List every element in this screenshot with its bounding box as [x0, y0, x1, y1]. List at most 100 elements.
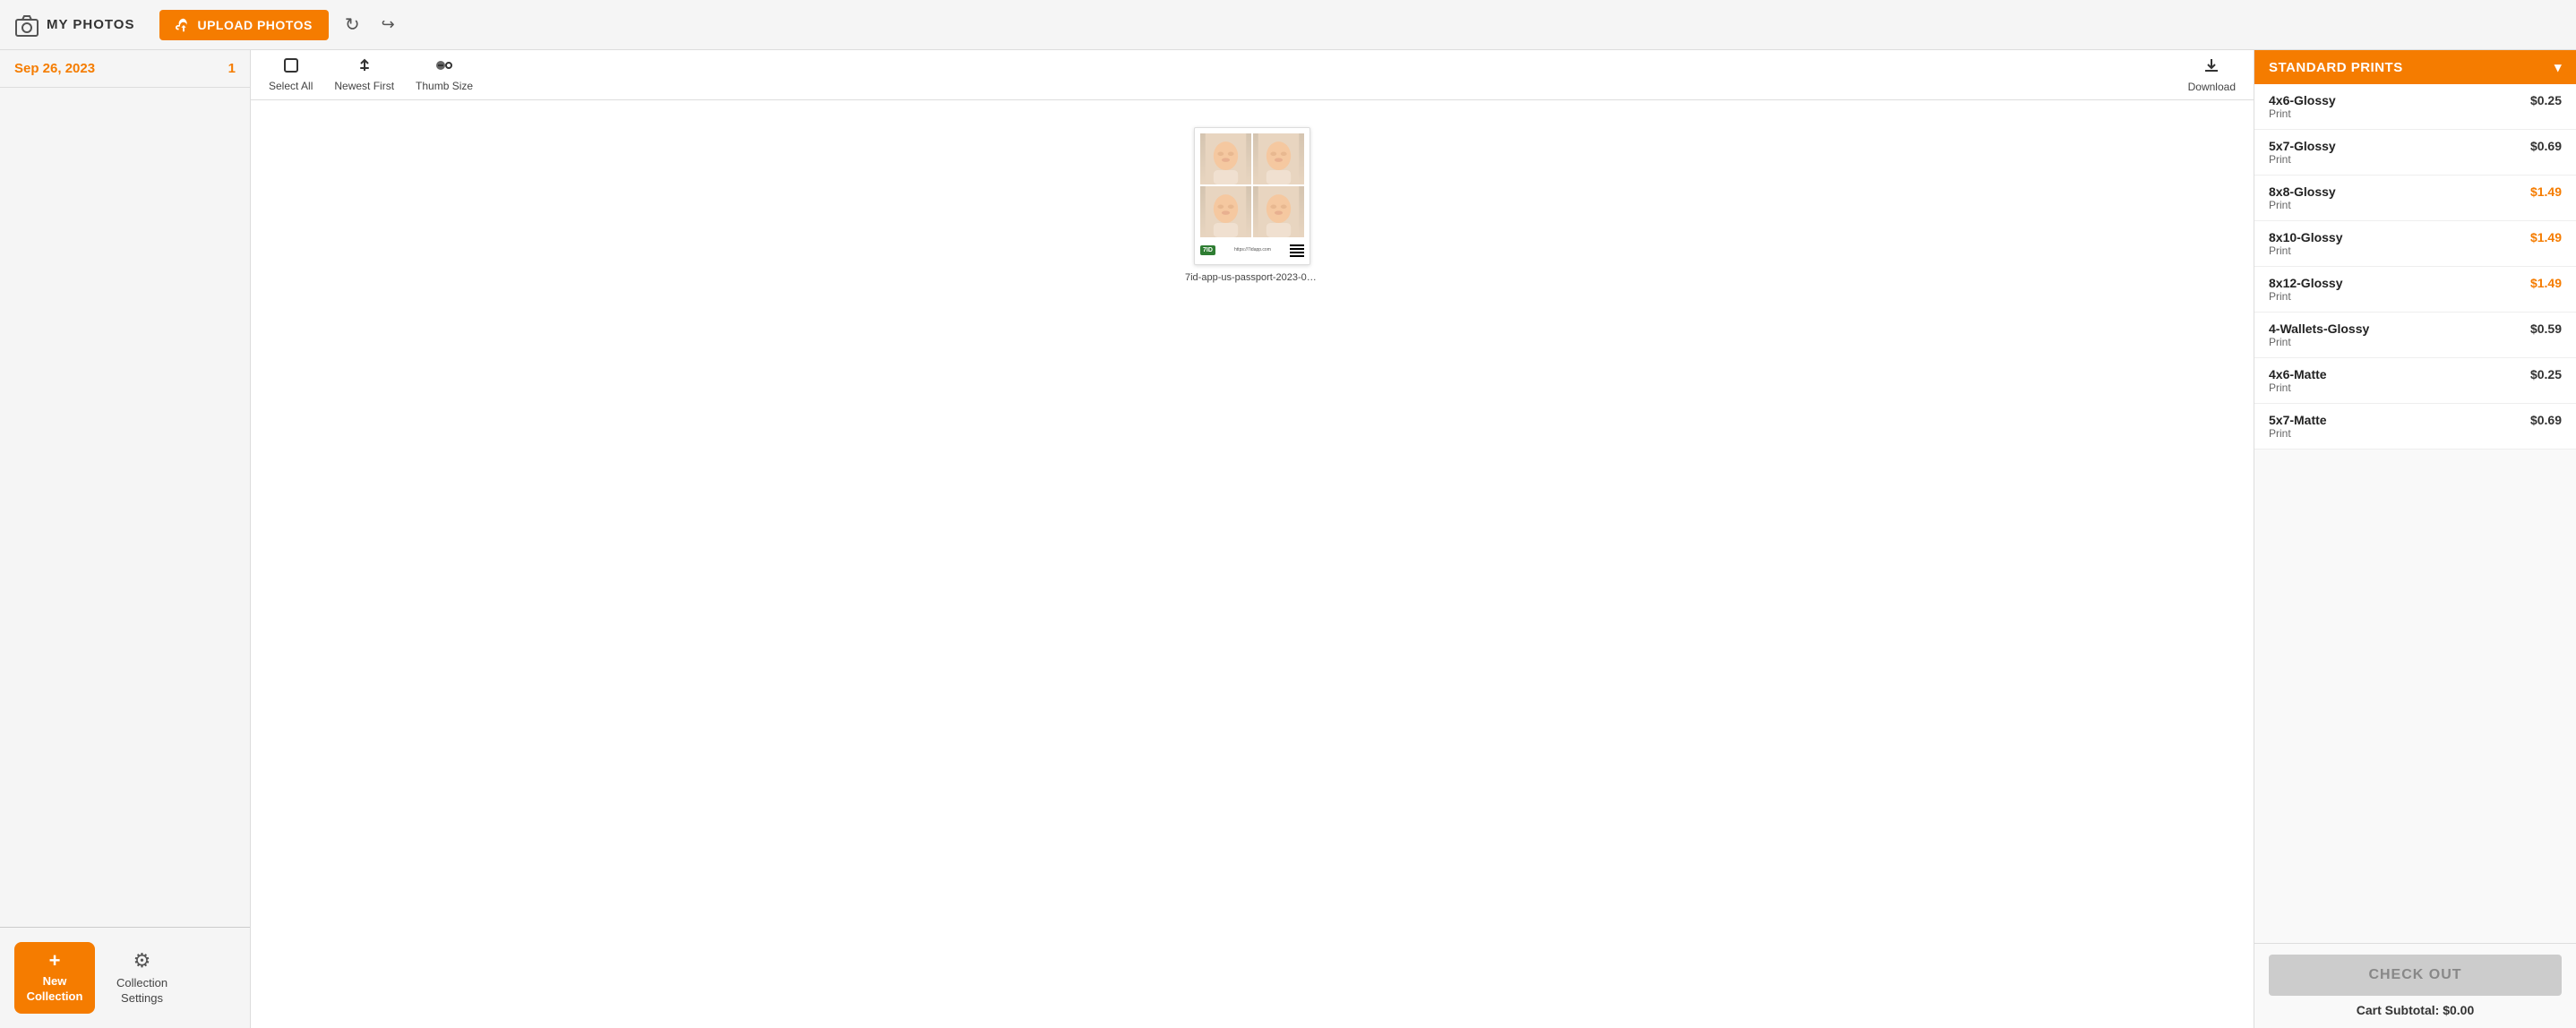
print-price-0: $0.25	[2530, 93, 2562, 107]
passport-photo-2	[1253, 133, 1304, 184]
print-type-4: Print	[2269, 290, 2343, 303]
print-price-4: $1.49	[2530, 276, 2562, 290]
passport-photo-1	[1200, 133, 1251, 184]
prints-header[interactable]: STANDARD PRINTS ▾	[2254, 50, 2576, 84]
passport-photo-3	[1200, 186, 1251, 237]
baby-svg-3	[1200, 186, 1251, 237]
collection-settings-button[interactable]: ⚙ CollectionSettings	[116, 949, 167, 1007]
select-all-button[interactable]: Select All	[269, 57, 313, 92]
upload-label: UPLOAD PHOTOS	[197, 18, 312, 32]
print-info-0: 4x6-Glossy Print	[2269, 93, 2336, 120]
camera-icon	[14, 13, 39, 38]
checkout-section: CHECK OUT Cart Subtotal: $0.00	[2254, 943, 2576, 1028]
photo-item[interactable]: 7ID https://7idapp.com 7id-app-us-passpo…	[1185, 127, 1319, 283]
baby-svg-2	[1253, 133, 1304, 184]
new-collection-label: NewCollection	[27, 974, 83, 1005]
upload-icon	[176, 17, 192, 33]
prints-list: 4x6-Glossy Print $0.25 5x7-Glossy Print …	[2254, 84, 2576, 943]
download-button[interactable]: Download	[2188, 56, 2236, 93]
print-name-3: 8x10-Glossy	[2269, 230, 2343, 244]
print-info-1: 5x7-Glossy Print	[2269, 139, 2336, 166]
thumb-size-label: Thumb Size	[416, 80, 473, 92]
print-price-2: $1.49	[2530, 184, 2562, 199]
left-sidebar: Sep 26, 2023 1 + NewCollection ⚙ Collect…	[0, 50, 251, 1028]
print-info-3: 8x10-Glossy Print	[2269, 230, 2343, 257]
print-info-6: 4x6-Matte Print	[2269, 367, 2327, 394]
print-info-4: 8x12-Glossy Print	[2269, 276, 2343, 303]
print-type-2: Print	[2269, 199, 2336, 211]
passport-grid	[1200, 133, 1304, 237]
logo-area: MY PHOTOS	[14, 13, 134, 38]
print-type-5: Print	[2269, 336, 2369, 348]
print-name-0: 4x6-Glossy	[2269, 93, 2336, 107]
share-button[interactable]: ↪	[376, 10, 400, 39]
app-title: MY PHOTOS	[47, 17, 134, 32]
print-info-7: 5x7-Matte Print	[2269, 413, 2327, 440]
checkout-button[interactable]: CHECK OUT	[2269, 955, 2562, 996]
share-icon: ↪	[382, 15, 395, 34]
brand-logo: 7ID	[1200, 245, 1215, 255]
print-info-5: 4-Wallets-Glossy Print	[2269, 321, 2369, 348]
print-item[interactable]: 5x7-Matte Print $0.69	[2254, 404, 2576, 450]
print-type-7: Print	[2269, 427, 2327, 440]
print-type-3: Print	[2269, 244, 2343, 257]
print-item[interactable]: 5x7-Glossy Print $0.69	[2254, 130, 2576, 176]
footer-url: https://7idapp.com	[1234, 247, 1271, 253]
print-price-5: $0.59	[2530, 321, 2562, 336]
header: MY PHOTOS UPLOAD PHOTOS ↻ ↪	[0, 0, 2576, 50]
print-item[interactable]: 4x6-Glossy Print $0.25	[2254, 84, 2576, 130]
toolbar: Select All Newest First	[251, 50, 2254, 100]
baby-svg	[1200, 133, 1251, 184]
photo-area: 7ID https://7idapp.com 7id-app-us-passpo…	[251, 100, 2254, 1028]
date-count: 1	[228, 61, 236, 76]
date-header: Sep 26, 2023 1	[0, 50, 250, 88]
qr-code	[1290, 243, 1304, 257]
download-label: Download	[2188, 81, 2236, 93]
print-price-3: $1.49	[2530, 230, 2562, 244]
print-name-7: 5x7-Matte	[2269, 413, 2327, 427]
photo-card: 7ID https://7idapp.com	[1194, 127, 1310, 265]
newest-first-button[interactable]: Newest First	[334, 57, 394, 92]
refresh-icon: ↻	[345, 13, 360, 36]
sort-icon	[356, 57, 373, 78]
newest-first-label: Newest First	[334, 80, 394, 92]
print-price-6: $0.25	[2530, 367, 2562, 381]
new-collection-button[interactable]: + NewCollection	[14, 942, 95, 1014]
select-all-label: Select All	[269, 80, 313, 92]
refresh-button[interactable]: ↻	[339, 8, 365, 41]
print-item[interactable]: 4-Wallets-Glossy Print $0.59	[2254, 313, 2576, 358]
photo-filename: 7id-app-us-passport-2023-09...	[1185, 272, 1319, 283]
print-item[interactable]: 8x12-Glossy Print $1.49	[2254, 267, 2576, 313]
plus-icon: +	[49, 951, 61, 971]
print-name-5: 4-Wallets-Glossy	[2269, 321, 2369, 336]
print-type-1: Print	[2269, 153, 2336, 166]
passport-photo-4	[1253, 186, 1304, 237]
main-layout: Sep 26, 2023 1 + NewCollection ⚙ Collect…	[0, 50, 2576, 1028]
print-type-0: Print	[2269, 107, 2336, 120]
print-name-2: 8x8-Glossy	[2269, 184, 2336, 199]
sidebar-bottom: + NewCollection ⚙ CollectionSettings	[0, 927, 250, 1028]
upload-button[interactable]: UPLOAD PHOTOS	[159, 10, 328, 40]
thumb-size-button[interactable]: Thumb Size	[416, 57, 473, 92]
date-label: Sep 26, 2023	[14, 61, 95, 76]
baby-svg-4	[1253, 186, 1304, 237]
print-info-2: 8x8-Glossy Print	[2269, 184, 2336, 211]
print-price-7: $0.69	[2530, 413, 2562, 427]
print-name-6: 4x6-Matte	[2269, 367, 2327, 381]
print-price-1: $0.69	[2530, 139, 2562, 153]
print-type-6: Print	[2269, 381, 2327, 394]
checkbox-icon	[283, 57, 299, 78]
right-panel: STANDARD PRINTS ▾ 4x6-Glossy Print $0.25…	[2254, 50, 2576, 1028]
chevron-down-icon: ▾	[2555, 59, 2562, 75]
collection-settings-label: CollectionSettings	[116, 976, 167, 1007]
download-icon	[2202, 56, 2220, 79]
center-content: Select All Newest First	[251, 50, 2254, 1028]
print-item[interactable]: 8x10-Glossy Print $1.49	[2254, 221, 2576, 267]
photo-footer: 7ID https://7idapp.com	[1200, 241, 1304, 259]
print-name-1: 5x7-Glossy	[2269, 139, 2336, 153]
print-item[interactable]: 4x6-Matte Print $0.25	[2254, 358, 2576, 404]
thumb-size-icon	[434, 57, 454, 78]
prints-header-label: STANDARD PRINTS	[2269, 60, 2403, 75]
print-item[interactable]: 8x8-Glossy Print $1.49	[2254, 176, 2576, 221]
gear-icon: ⚙	[133, 949, 151, 972]
